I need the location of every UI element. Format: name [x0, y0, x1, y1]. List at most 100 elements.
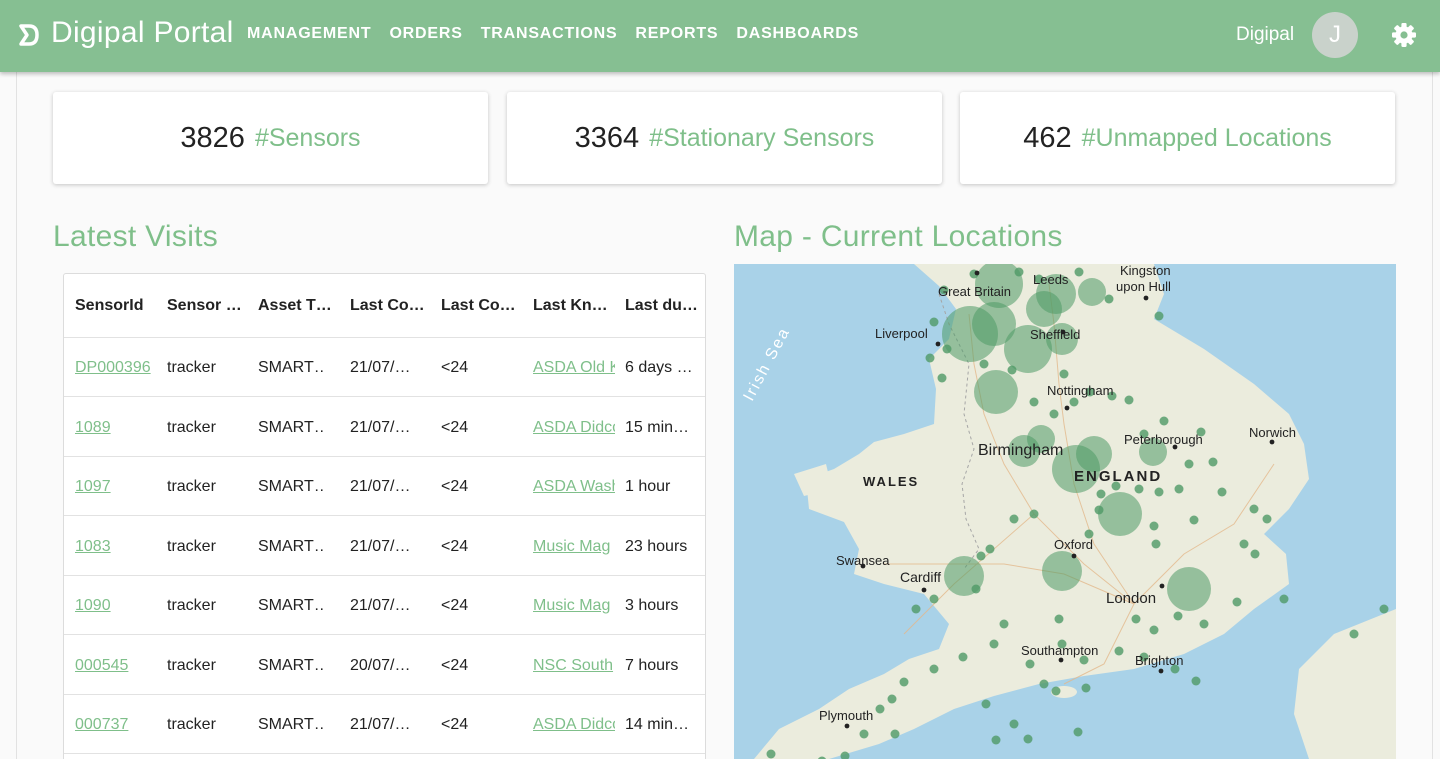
location-cluster-marker[interactable]: [1076, 436, 1112, 472]
location-marker[interactable]: [911, 604, 921, 614]
location-marker[interactable]: [1208, 457, 1218, 467]
nav-dashboards[interactable]: DASHBOARDS: [736, 25, 859, 43]
location-marker[interactable]: [1279, 594, 1289, 604]
location-marker[interactable]: [1262, 514, 1272, 524]
column-header-last-contact-age[interactable]: Last Co…: [441, 274, 521, 338]
column-header-sensor-type[interactable]: Sensor …: [167, 274, 247, 338]
location-marker[interactable]: [1069, 397, 1079, 407]
location-marker[interactable]: [1124, 395, 1134, 405]
avatar[interactable]: J: [1312, 12, 1358, 58]
location-marker[interactable]: [1149, 521, 1159, 531]
location-marker[interactable]: [1239, 539, 1249, 549]
location-marker[interactable]: [1007, 365, 1017, 375]
cell-sensorid[interactable]: DP000396: [75, 338, 157, 397]
column-header-last-contact[interactable]: Last Co…: [350, 274, 430, 338]
nav-transactions[interactable]: TRANSACTIONS: [481, 25, 618, 43]
location-marker[interactable]: [929, 594, 939, 604]
location-marker[interactable]: [981, 699, 991, 709]
location-marker[interactable]: [1159, 416, 1169, 426]
location-marker[interactable]: [937, 373, 947, 383]
current-locations-map[interactable]: Irish Sea Kingston upon Hull Leeds Great…: [734, 264, 1396, 759]
location-marker[interactable]: [1151, 539, 1161, 549]
location-cluster-marker[interactable]: [1167, 567, 1211, 611]
location-marker[interactable]: [875, 704, 885, 714]
location-cluster-marker[interactable]: [1078, 278, 1106, 306]
cell-last-known-location[interactable]: ASDA Wash: [533, 457, 615, 516]
location-marker[interactable]: [1184, 459, 1194, 469]
brand-title[interactable]: Digipal Portal: [51, 16, 234, 50]
table-row[interactable]: 000545 tracker SMART… 20/07/… <24 NSC South 7 …: [64, 636, 705, 695]
location-marker[interactable]: [1191, 676, 1201, 686]
location-marker[interactable]: [766, 749, 776, 759]
table-row[interactable]: 1097 tracker SMART… 21/07/… <24 ASDA Wash 1 ho…: [64, 457, 705, 516]
location-marker[interactable]: [887, 694, 897, 704]
table-row[interactable]: 1090 tracker SMART… 21/07/… <24 Music Mag 3 ho…: [64, 576, 705, 635]
cell-sensorid[interactable]: 000545: [75, 636, 157, 695]
location-marker[interactable]: [929, 317, 939, 327]
location-marker[interactable]: [1250, 549, 1260, 559]
location-cluster-marker[interactable]: [974, 370, 1018, 414]
location-marker[interactable]: [1149, 625, 1159, 635]
location-cluster-marker[interactable]: [1026, 291, 1062, 327]
cell-last-known-location[interactable]: Music Mag: [533, 576, 615, 635]
table-row[interactable]: 1083 tracker SMART… 21/07/… <24 Music Mag 23 h…: [64, 517, 705, 576]
location-marker[interactable]: [1009, 514, 1019, 524]
location-marker[interactable]: [925, 353, 935, 363]
location-marker[interactable]: [1104, 294, 1114, 304]
location-marker[interactable]: [899, 677, 909, 687]
location-marker[interactable]: [1217, 487, 1227, 497]
location-marker[interactable]: [1051, 686, 1061, 696]
location-marker[interactable]: [859, 729, 869, 739]
table-row[interactable]: 1089 tracker SMART… 21/07/… <24 ASDA Didco 15 …: [64, 398, 705, 457]
nav-reports[interactable]: REPORTS: [635, 25, 718, 43]
location-marker[interactable]: [1349, 629, 1359, 639]
location-marker[interactable]: [1074, 267, 1084, 277]
cell-last-known-location[interactable]: ASDA Didco: [533, 695, 615, 754]
location-marker[interactable]: [929, 664, 939, 674]
table-row[interactable]: DP000396 tracker SMART… 21/07/… <24 ASDA Old …: [64, 338, 705, 397]
column-header-asset-type[interactable]: Asset T…: [258, 274, 338, 338]
cell-last-known-location[interactable]: Music Mag: [533, 517, 615, 576]
nav-orders[interactable]: ORDERS: [389, 25, 462, 43]
location-marker[interactable]: [1029, 397, 1039, 407]
location-marker[interactable]: [1014, 267, 1024, 277]
location-marker[interactable]: [991, 735, 1001, 745]
gear-icon[interactable]: [1391, 22, 1417, 48]
location-marker[interactable]: [1023, 734, 1033, 744]
location-marker[interactable]: [1114, 646, 1124, 656]
location-marker[interactable]: [1379, 604, 1389, 614]
column-header-last-duration[interactable]: Last du…: [625, 274, 701, 338]
location-marker[interactable]: [1154, 487, 1164, 497]
location-marker[interactable]: [958, 652, 968, 662]
location-marker[interactable]: [1131, 614, 1141, 624]
nav-management[interactable]: MANAGEMENT: [247, 25, 371, 43]
location-marker[interactable]: [1154, 311, 1164, 321]
location-marker[interactable]: [1189, 515, 1199, 525]
cell-sensorid[interactable]: 1089: [75, 398, 157, 457]
location-marker[interactable]: [1249, 504, 1259, 514]
location-marker[interactable]: [1073, 727, 1083, 737]
location-marker[interactable]: [1173, 611, 1183, 621]
cell-sensorid[interactable]: 000737: [75, 695, 157, 754]
location-marker[interactable]: [1049, 409, 1059, 419]
location-marker[interactable]: [1009, 719, 1019, 729]
location-marker[interactable]: [1199, 619, 1209, 629]
location-marker[interactable]: [1029, 509, 1039, 519]
location-marker[interactable]: [976, 551, 986, 561]
location-marker[interactable]: [979, 359, 989, 369]
column-header-last-known-location[interactable]: Last Kn…: [533, 274, 613, 338]
location-marker[interactable]: [1096, 489, 1106, 499]
table-row[interactable]: 000737 tracker SMART… 21/07/… <24 ASDA Didco 1…: [64, 695, 705, 754]
location-marker[interactable]: [890, 729, 900, 739]
cell-last-known-location[interactable]: ASDA Didco: [533, 398, 615, 457]
cell-sensorid[interactable]: 1097: [75, 457, 157, 516]
location-marker[interactable]: [971, 584, 981, 594]
location-marker[interactable]: [1059, 369, 1069, 379]
location-marker[interactable]: [1081, 683, 1091, 693]
location-marker[interactable]: [1094, 505, 1104, 515]
digipal-logo-icon[interactable]: [18, 23, 40, 47]
cell-last-known-location[interactable]: ASDA Old K: [533, 338, 615, 397]
location-marker[interactable]: [1174, 484, 1184, 494]
location-marker[interactable]: [989, 639, 999, 649]
column-header-sensorid[interactable]: SensorId: [75, 274, 157, 338]
